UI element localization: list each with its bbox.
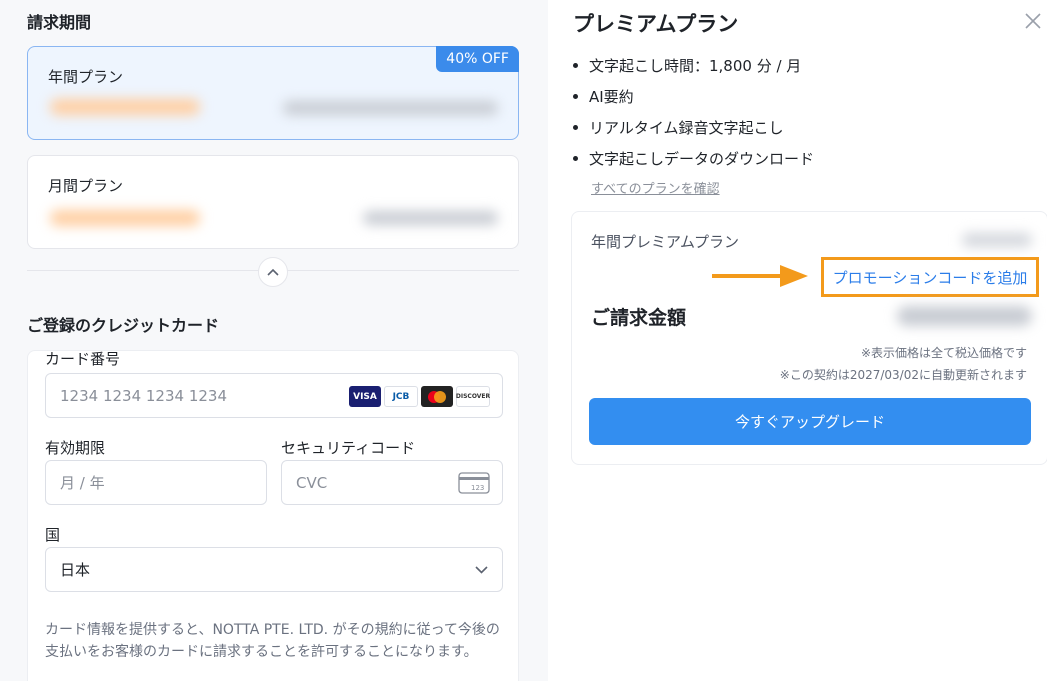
feature-item: AI要約 — [573, 86, 634, 107]
country-value: 日本 — [60, 561, 91, 579]
feature-text: 文字起こしデータのダウンロード — [589, 150, 815, 168]
cvc-input[interactable]: CVC 123 — [281, 460, 503, 505]
country-select[interactable]: 日本 — [45, 547, 503, 592]
jcb-icon: JCB — [384, 386, 418, 407]
card-brand-logos: VISA JCB DISCOVER — [349, 386, 490, 407]
svg-text:123: 123 — [471, 484, 484, 492]
plan-title: プレミアムプラン — [573, 12, 739, 36]
billing-period-title: 請求期間 — [27, 13, 92, 32]
card-authorization-terms: カード情報を提供すると、NOTTA PTE. LTD. がその規約に従って今後の… — [45, 622, 500, 660]
collapse-plans-button[interactable] — [258, 257, 288, 287]
credit-card-form: カード番号 1234 1234 1234 1234 VISA JCB DISCO… — [27, 350, 519, 681]
plan-price-redacted — [962, 233, 1032, 247]
bullet-icon — [573, 125, 578, 130]
expiry-input[interactable]: 月 / 年 — [45, 460, 267, 505]
plan-summary-panel: プレミアムプラン 文字起こし時間：1,800 分 / 月 AI要約 リアルタイム… — [548, 0, 1047, 681]
chevron-down-icon — [475, 566, 488, 574]
annual-plan-option[interactable]: 40% OFF 年間プラン — [27, 46, 519, 140]
arrow-right-icon — [712, 265, 808, 287]
annual-price-redacted — [50, 99, 200, 115]
visa-icon: VISA — [349, 386, 381, 407]
expiry-label: 有効期限 — [45, 439, 106, 457]
checkout-form-panel: 請求期間 40% OFF 年間プラン 月間プラン ご登録のクレジットカード カー… — [0, 0, 548, 681]
annual-price-detail-redacted — [283, 101, 498, 115]
monthly-plan-option[interactable]: 月間プラン — [27, 155, 519, 249]
expiry-placeholder: 月 / 年 — [60, 474, 105, 492]
discount-badge: 40% OFF — [436, 46, 519, 72]
promo-highlight: プロモーションコードを追加 — [821, 257, 1039, 297]
feature-text: リアルタイム録音文字起こし — [589, 119, 784, 137]
cvc-placeholder: CVC — [296, 473, 328, 492]
add-promo-code-link[interactable]: プロモーションコードを追加 — [833, 267, 1028, 288]
feature-item: リアルタイム録音文字起こし — [573, 117, 784, 138]
renewal-note: ※この契約は2027/03/02に自動更新されます — [779, 368, 1027, 382]
credit-card-title: ご登録のクレジットカード — [27, 316, 220, 335]
mastercard-icon — [421, 386, 453, 407]
monthly-price-redacted — [50, 210, 200, 226]
monthly-price-detail-redacted — [363, 211, 498, 225]
card-number-input[interactable]: 1234 1234 1234 1234 VISA JCB DISCOVER — [45, 373, 503, 418]
feature-item: 文字起こし時間：1,800 分 / 月 — [573, 55, 801, 76]
close-icon[interactable] — [1022, 10, 1044, 32]
cvc-card-icon: 123 — [458, 472, 490, 494]
feature-text: AI要約 — [589, 88, 634, 106]
card-number-label: カード番号 — [45, 350, 121, 368]
country-label: 国 — [45, 526, 61, 544]
bullet-icon — [573, 94, 578, 99]
upgrade-button[interactable]: 今すぐアップグレード — [589, 398, 1031, 445]
chevron-up-icon — [267, 268, 279, 276]
discover-icon: DISCOVER — [456, 386, 490, 407]
view-all-plans-link[interactable]: すべてのプランを確認 — [591, 178, 720, 197]
feature-text: 文字起こし時間：1,800 分 / 月 — [589, 57, 802, 75]
total-label: ご請求金額 — [591, 307, 687, 329]
bullet-icon — [573, 63, 578, 68]
plan-label: 年間プレミアムプラン — [591, 233, 740, 251]
monthly-plan-name: 月間プラン — [48, 177, 124, 195]
tax-note: ※表示価格は全て税込価格です — [860, 346, 1027, 360]
annual-plan-name: 年間プラン — [48, 68, 124, 86]
order-summary-card: 年間プレミアムプラン プロモーションコードを追加 ご請求金額 ※表示価格は全て税… — [571, 211, 1047, 465]
card-number-placeholder: 1234 1234 1234 1234 — [60, 386, 227, 405]
total-amount-redacted — [897, 306, 1032, 326]
bullet-icon — [573, 156, 578, 161]
feature-item: 文字起こしデータのダウンロード — [573, 148, 814, 169]
cvc-label: セキュリティコード — [281, 439, 416, 457]
